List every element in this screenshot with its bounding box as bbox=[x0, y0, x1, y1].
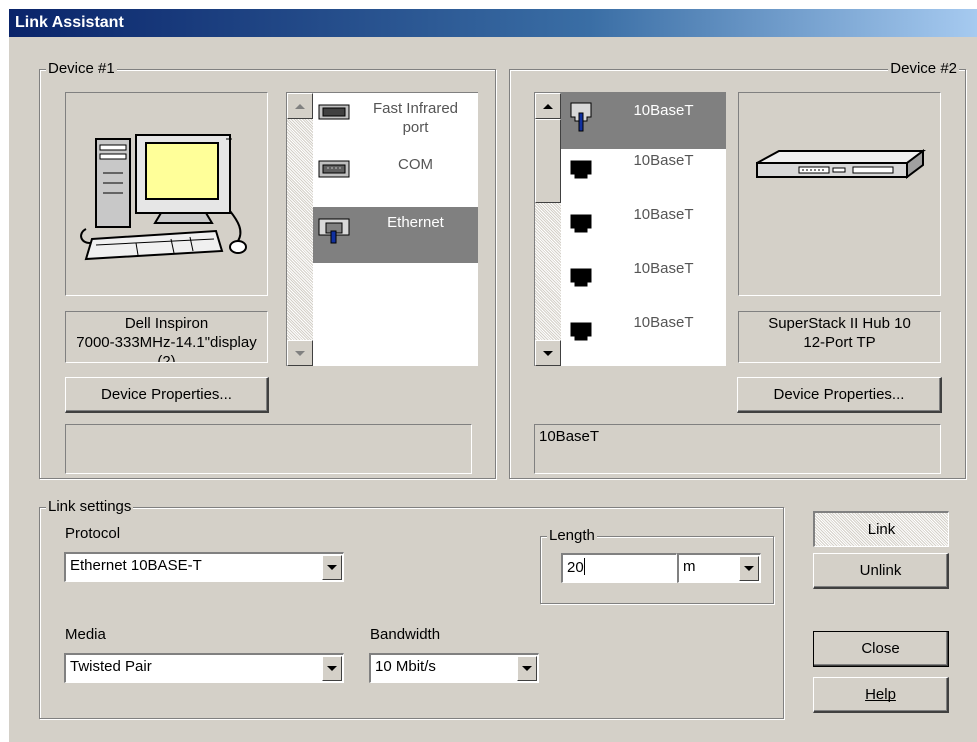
scroll-up-button[interactable] bbox=[287, 93, 313, 119]
scroll-down-button[interactable] bbox=[287, 340, 313, 366]
rj45-port-icon bbox=[570, 322, 592, 341]
window-title: Link Assistant bbox=[9, 9, 977, 37]
device2-port-scrollbar[interactable] bbox=[535, 93, 561, 366]
device2-name: SuperStack II Hub 10 12-Port TP bbox=[738, 311, 941, 363]
device1-port-item[interactable]: Fast Infrared port bbox=[313, 93, 478, 149]
port-label: 10BaseT bbox=[633, 152, 694, 169]
device1-name: Dell Inspiron 7000-333MHz-14.1"display (… bbox=[65, 311, 268, 363]
desktop-computer-icon bbox=[80, 134, 247, 261]
device2-status-box: 10BaseT bbox=[534, 424, 941, 474]
device1-image-frame bbox=[65, 92, 268, 296]
device1-port-item[interactable]: COM bbox=[313, 149, 478, 207]
help-button[interactable]: Help bbox=[813, 677, 949, 713]
link-button[interactable]: Link bbox=[813, 511, 949, 547]
protocol-value: Ethernet 10BASE-T bbox=[70, 557, 202, 574]
device1-status-box bbox=[65, 424, 472, 474]
arrow-up-icon bbox=[543, 103, 553, 109]
port-label: COM bbox=[398, 156, 433, 173]
bandwidth-select[interactable]: 10 Mbit/s bbox=[369, 653, 539, 683]
protocol-select[interactable]: Ethernet 10BASE-T bbox=[64, 552, 344, 582]
bandwidth-value: 10 Mbit/s bbox=[375, 658, 436, 675]
close-button[interactable]: Close bbox=[813, 631, 949, 667]
port-label: 10BaseT bbox=[633, 206, 694, 223]
length-unit-select[interactable]: m bbox=[677, 553, 761, 583]
device1-port-item-selected[interactable]: Ethernet bbox=[313, 207, 478, 263]
protocol-label: Protocol bbox=[65, 525, 121, 542]
link-settings-group: Link settings Protocol Ethernet 10BASE-T… bbox=[39, 498, 784, 719]
device2-properties-button[interactable]: Device Properties... bbox=[737, 377, 942, 413]
device2-port-item[interactable]: 10BaseT bbox=[561, 203, 726, 257]
bandwidth-dropdown-button[interactable] bbox=[517, 656, 537, 681]
device2-port-item[interactable]: 10BaseT bbox=[561, 257, 726, 311]
device2-image-frame bbox=[738, 92, 941, 296]
rj45-port-icon bbox=[570, 102, 592, 132]
com-port-icon bbox=[318, 160, 350, 178]
device1-port-list[interactable]: Fast Infrared port COM Ethernet bbox=[286, 92, 478, 366]
rj45-port-icon bbox=[570, 268, 592, 287]
media-select[interactable]: Twisted Pair bbox=[64, 653, 344, 683]
length-value: 20 bbox=[567, 559, 584, 576]
arrow-up-icon bbox=[295, 103, 305, 109]
arrow-down-icon bbox=[295, 350, 305, 356]
arrow-down-icon bbox=[543, 350, 553, 356]
length-group: Length 20 m bbox=[540, 527, 774, 604]
length-input[interactable]: 20 bbox=[561, 553, 677, 583]
device2-port-item[interactable]: 10BaseT bbox=[561, 311, 726, 365]
bandwidth-label: Bandwidth bbox=[370, 626, 441, 643]
device1-port-scrollbar[interactable] bbox=[287, 93, 313, 366]
link-settings-group-label: Link settings bbox=[46, 498, 134, 516]
device2-port-list[interactable]: 10BaseT 10BaseT 10BaseT 10BaseT 10BaseT bbox=[534, 92, 726, 366]
device2-port-item-selected[interactable]: 10BaseT bbox=[561, 93, 726, 149]
device2-port-item[interactable]: 10BaseT bbox=[561, 149, 726, 203]
scroll-thumb[interactable] bbox=[535, 119, 561, 203]
length-unit-value: m bbox=[683, 558, 696, 575]
unlink-button[interactable]: Unlink bbox=[813, 553, 949, 589]
device2-group-label: Device #2 bbox=[888, 60, 959, 78]
protocol-dropdown-button[interactable] bbox=[322, 555, 342, 580]
length-unit-dropdown-button[interactable] bbox=[739, 556, 759, 581]
length-group-label: Length bbox=[547, 527, 597, 545]
chevron-down-icon bbox=[327, 666, 337, 671]
scroll-down-button[interactable] bbox=[535, 340, 561, 366]
device1-group: Device #1 Fast Infrared port COM Etherne… bbox=[39, 60, 496, 479]
chevron-down-icon bbox=[744, 566, 754, 571]
network-hub-icon bbox=[756, 149, 926, 179]
port-label: 10BaseT bbox=[633, 102, 694, 119]
chevron-down-icon bbox=[327, 565, 337, 570]
ethernet-port-icon bbox=[318, 218, 350, 244]
rj45-port-icon bbox=[570, 160, 592, 179]
help-label: Help bbox=[865, 686, 896, 703]
media-label: Media bbox=[65, 626, 106, 643]
chevron-down-icon bbox=[522, 666, 532, 671]
media-value: Twisted Pair bbox=[70, 658, 152, 675]
scroll-up-button[interactable] bbox=[535, 93, 561, 119]
media-dropdown-button[interactable] bbox=[322, 656, 342, 681]
device1-group-label: Device #1 bbox=[46, 60, 117, 78]
device1-properties-button[interactable]: Device Properties... bbox=[65, 377, 269, 413]
port-label: 10BaseT bbox=[633, 260, 694, 277]
port-label: Fast Infrared port bbox=[372, 100, 459, 136]
text-cursor bbox=[583, 558, 585, 575]
port-label: Ethernet bbox=[387, 214, 444, 231]
link-assistant-dialog: Link Assistant Device #1 Fast Infrared p… bbox=[8, 8, 977, 742]
rj45-port-icon bbox=[570, 214, 592, 233]
port-label: 10BaseT bbox=[633, 314, 694, 331]
device2-group: Device #2 10BaseT 10BaseT 10BaseT 10Base… bbox=[509, 60, 966, 479]
infrared-port-icon bbox=[318, 104, 350, 120]
